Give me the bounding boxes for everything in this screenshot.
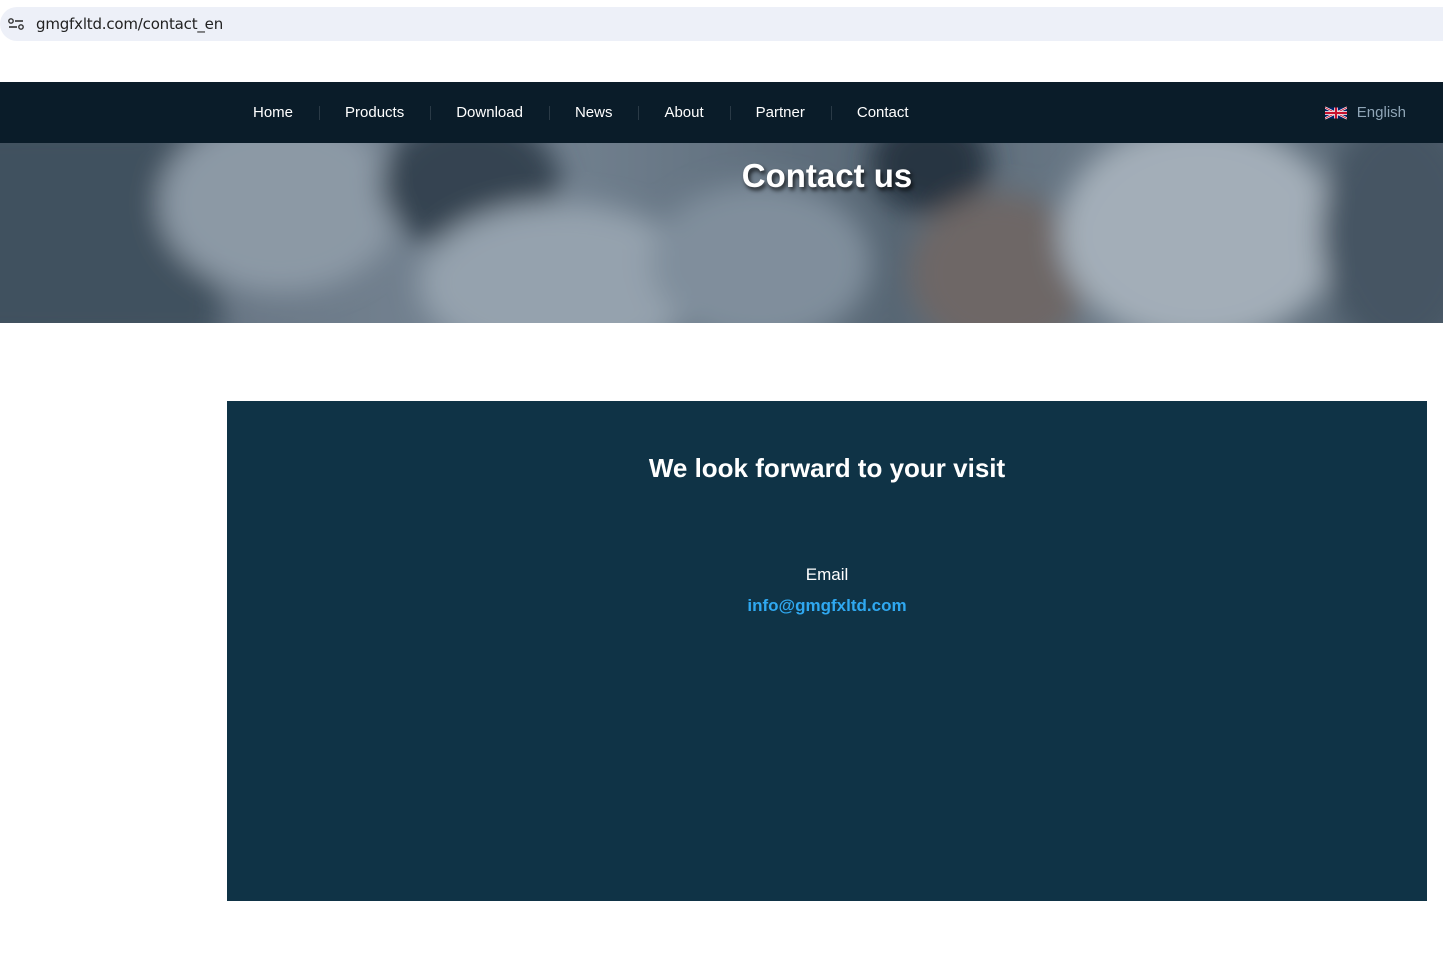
- browser-top-strip: [0, 0, 1443, 7]
- email-label: Email: [805, 565, 849, 584]
- contact-heading: We look forward to your visit: [648, 453, 1006, 483]
- contact-card: We look forward to your visit Email info…: [227, 401, 1427, 901]
- site-settings-icon[interactable]: [8, 17, 24, 31]
- language-label: English: [1356, 104, 1406, 121]
- language-switcher[interactable]: English: [1324, 82, 1406, 143]
- email-link[interactable]: info@gmgfxltd.com: [227, 596, 1427, 616]
- page-title: Contact us: [741, 157, 913, 194]
- uk-flag-icon: [1324, 106, 1347, 119]
- url-text[interactable]: gmgfxltd.com/contact_en: [36, 15, 223, 33]
- nav-item-contact[interactable]: Contact: [830, 82, 935, 143]
- nav-item-products[interactable]: Products: [319, 82, 430, 143]
- nav-item-partner[interactable]: Partner: [729, 82, 831, 143]
- nav-item-home[interactable]: Home: [227, 82, 319, 143]
- nav-list: Home Products Download News About Partne…: [227, 82, 935, 143]
- main-navigation: Home Products Download News About Partne…: [0, 82, 1443, 143]
- hero-banner: Contact us: [0, 143, 1443, 323]
- nav-item-about[interactable]: About: [638, 82, 729, 143]
- address-bar[interactable]: gmgfxltd.com/contact_en: [0, 7, 1443, 41]
- nav-item-download[interactable]: Download: [430, 82, 549, 143]
- nav-item-news[interactable]: News: [548, 82, 639, 143]
